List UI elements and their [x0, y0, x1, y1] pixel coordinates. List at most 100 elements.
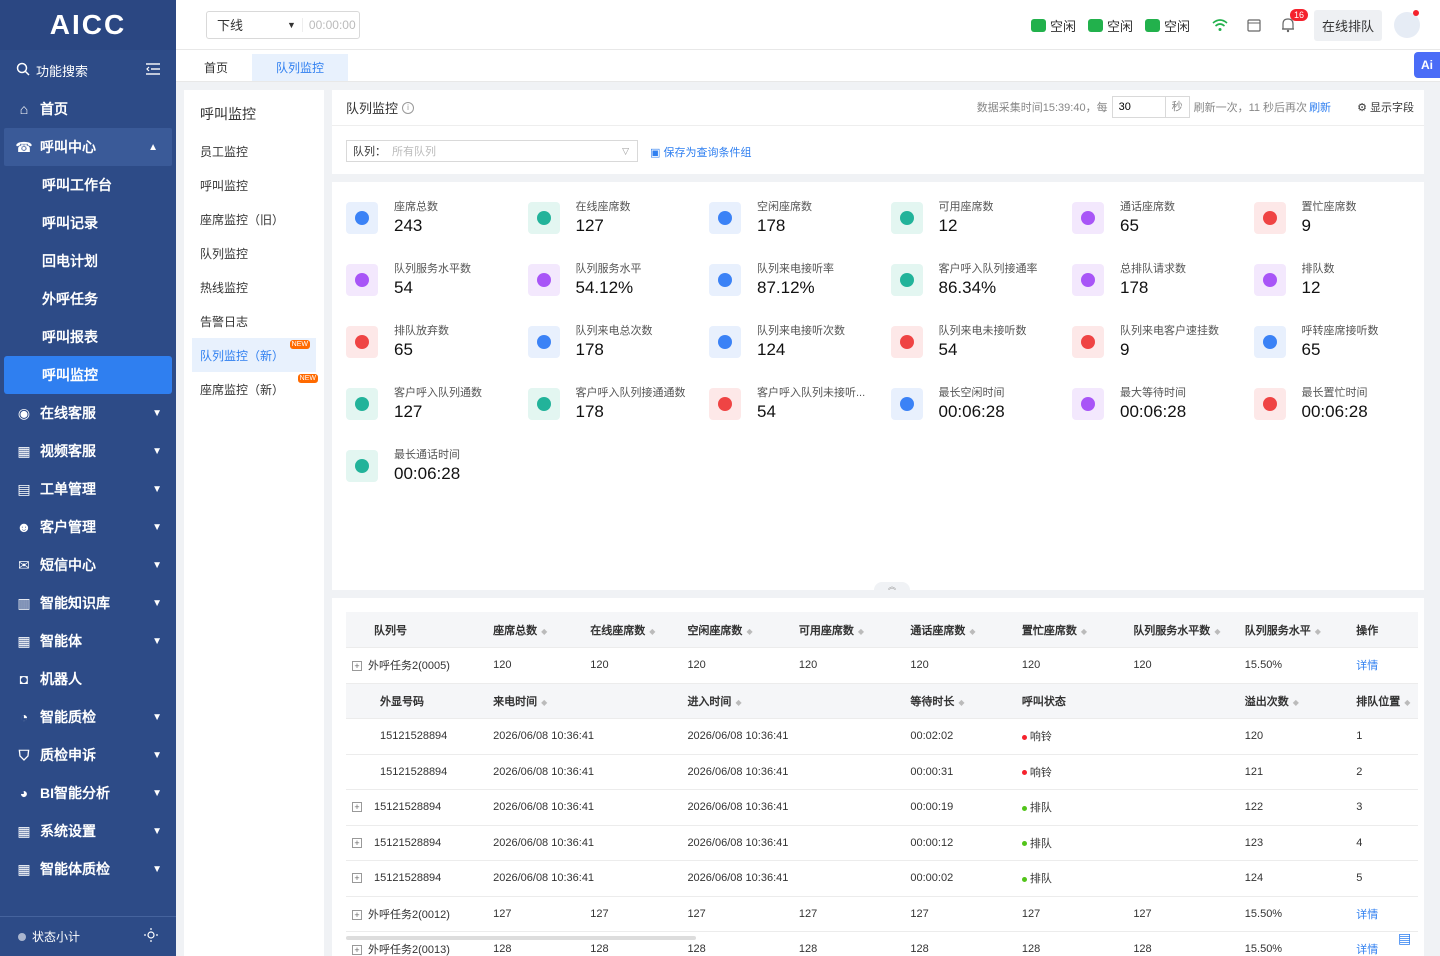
idle-status-chat[interactable]: 空闲	[1144, 16, 1190, 35]
sidebar-item-13[interactable]: ▦ 系统设置 ▼	[0, 812, 176, 850]
sidebar-item-11[interactable]: ⛉ 质检申诉 ▼	[0, 736, 176, 774]
sub-column-header[interactable]: 进入时间 ◆	[681, 683, 905, 719]
display-fields-button[interactable]: ⚙ 显示字段	[1357, 99, 1414, 115]
sidebar-item-10[interactable]: ◔ 智能质检 ▼	[0, 698, 176, 736]
sort-icon[interactable]: ◆	[541, 627, 547, 636]
status-summary[interactable]: 状态小计	[0, 916, 176, 956]
sort-icon[interactable]: ◆	[969, 627, 975, 636]
column-header[interactable]: 可用座席数 ◆	[792, 612, 905, 648]
sub-column-header[interactable]: 来电时间 ◆	[487, 683, 682, 719]
tab-home[interactable]: 首页	[180, 54, 252, 81]
collapse-menu-icon[interactable]	[146, 62, 160, 78]
info-icon[interactable]: i	[402, 101, 415, 114]
idle-status-ticket[interactable]: 空闲	[1087, 16, 1133, 35]
expand-row-icon[interactable]: +	[352, 837, 362, 848]
expand-row-icon[interactable]: +	[352, 909, 362, 920]
column-header[interactable]: 在线座席数 ◆	[584, 612, 682, 648]
sidebar-item-1[interactable]: ☎ 呼叫中心 ▲	[4, 128, 172, 166]
column-header[interactable]: 空闲座席数 ◆	[681, 612, 793, 648]
column-header[interactable]: 通话座席数 ◆	[904, 612, 1016, 648]
calendar-icon[interactable]	[1246, 17, 1262, 33]
sort-icon[interactable]: ◆	[746, 627, 752, 636]
sidebar-subitem-4[interactable]: 呼叫报表	[0, 318, 176, 356]
sidebar-item-12[interactable]: ◕ BI智能分析 ▼	[0, 774, 176, 812]
sun-icon[interactable]	[144, 928, 158, 945]
sort-icon[interactable]: ◆	[1293, 698, 1299, 707]
subnav-item-1[interactable]: 呼叫监控	[184, 168, 324, 202]
sort-icon[interactable]: ◆	[1404, 698, 1410, 707]
stat-icon-glyph	[536, 273, 551, 287]
column-header[interactable]: 队列服务水平 ◆	[1238, 612, 1351, 648]
queue-filter-select[interactable]: 队列： 所有队列 ▽	[346, 140, 638, 162]
sidebar-item-6[interactable]: ✉ 短信中心 ▼	[0, 546, 176, 584]
online-queue-button[interactable]: 在线排队	[1313, 9, 1382, 41]
sort-icon[interactable]: ◆	[649, 627, 655, 636]
sub-column-header[interactable]: 排队位置 ◆	[1350, 683, 1418, 719]
subnav-item-7[interactable]: 座席监控（新） NEW	[184, 372, 324, 406]
sort-icon[interactable]: ◆	[1214, 627, 1220, 636]
stat-icon-glyph	[1262, 335, 1277, 349]
sub-column-header[interactable]: 等待时长 ◆	[904, 683, 1016, 719]
sidebar-item-3[interactable]: ▦ 视频客服 ▼	[0, 432, 176, 470]
sub-column-header-label: 外显号码	[380, 695, 424, 708]
sidebar-subitem-3[interactable]: 外呼任务	[0, 280, 176, 318]
sidebar-subitem-0[interactable]: 呼叫工作台	[0, 166, 176, 204]
ai-assistant-button[interactable]: Ai	[1414, 52, 1440, 78]
subnav-item-0[interactable]: 员工监控	[184, 134, 324, 168]
stat-icon-glyph	[718, 397, 732, 411]
expand-row-icon[interactable]: +	[352, 661, 362, 672]
book-icon[interactable]: ▤	[1398, 930, 1418, 948]
subnav-item-3[interactable]: 队列监控	[184, 236, 324, 270]
sidebar-item-5[interactable]: ☻ 客户管理 ▼	[0, 508, 176, 546]
sidebar-item-4[interactable]: ▤ 工单管理 ▼	[0, 470, 176, 508]
stat-icon-glyph	[1262, 211, 1277, 225]
sort-icon[interactable]: ◆	[858, 627, 864, 636]
detail-link[interactable]: 详情	[1350, 896, 1418, 932]
sort-icon[interactable]: ◆	[735, 698, 741, 707]
sidebar-item-2[interactable]: ◉ 在线客服 ▼	[0, 394, 176, 432]
home-icon: ⌂	[19, 101, 29, 117]
sidebar-subitem-2[interactable]: 回电计划	[0, 242, 176, 280]
sidebar-item-0[interactable]: ⌂ 首页	[0, 90, 176, 128]
detail-link[interactable]: 详情	[1350, 647, 1418, 684]
save-query-button[interactable]: ▣ 保存为查询条件组	[650, 144, 751, 160]
expand-row-icon[interactable]: +	[352, 873, 362, 884]
sidebar-subitem-5[interactable]: 呼叫监控	[4, 356, 172, 394]
wifi-icon[interactable]	[1212, 17, 1228, 33]
sort-icon[interactable]: ◆	[1081, 627, 1087, 636]
subnav-item-label: 座席监控（旧）	[200, 212, 285, 227]
column-header[interactable]: 队列服务水平数 ◆	[1127, 612, 1239, 648]
subnav-item-4[interactable]: 热线监控	[184, 270, 324, 304]
sidebar-item-7[interactable]: ▥ 智能知识库 ▼	[0, 584, 176, 622]
sidebar-item-8[interactable]: ▦ 智能体 ▼	[0, 622, 176, 660]
sort-icon[interactable]: ◆	[1315, 627, 1321, 636]
agent-status-select[interactable]: 下线 ▼ 00:00:00	[206, 10, 360, 39]
call-wait: 00:00:12	[910, 836, 954, 849]
column-header[interactable]: 座席总数 ◆	[487, 612, 585, 648]
refresh-interval-input[interactable]	[1111, 96, 1166, 118]
sidebar-subitem-1[interactable]: 呼叫记录	[0, 204, 176, 242]
tab-queue-monitor[interactable]: 队列监控	[252, 54, 349, 81]
idle-status-phone[interactable]: 空闲	[1030, 16, 1076, 35]
sidebar-item-14[interactable]: ▦ 智能体质检 ▼	[0, 850, 176, 888]
expand-row-icon[interactable]: +	[352, 802, 362, 813]
sort-icon[interactable]: ◆	[958, 698, 964, 707]
horizontal-scrollbar[interactable]	[346, 936, 696, 940]
subnav-item-2[interactable]: 座席监控（旧）	[184, 202, 324, 236]
sidebar-item-9[interactable]: ◘机器人▼	[0, 660, 176, 698]
call-call-time: 2026/06/08 10:36:41	[493, 730, 595, 743]
collapse-stats-icon[interactable]: ︽	[874, 582, 910, 591]
chevron-down-icon: ▼	[152, 826, 162, 837]
chevron-down-icon: ▼	[152, 750, 162, 761]
sort-icon[interactable]: ◆	[541, 698, 547, 707]
chevron-down-icon: ▼	[152, 712, 162, 723]
subnav-item-5[interactable]: 告警日志	[184, 304, 324, 338]
avatar[interactable]	[1394, 10, 1420, 38]
refresh-link[interactable]: 刷新	[1309, 99, 1331, 115]
subnav-item-6[interactable]: 队列监控（新） NEW	[192, 338, 316, 372]
bell-icon[interactable]: 16	[1280, 9, 1308, 33]
column-header[interactable]: 置忙座席数 ◆	[1015, 612, 1128, 648]
sub-column-header[interactable]: 溢出次数 ◆	[1238, 683, 1351, 719]
feature-search[interactable]: 功能搜索	[0, 50, 176, 90]
expand-row-icon[interactable]: +	[352, 945, 362, 956]
